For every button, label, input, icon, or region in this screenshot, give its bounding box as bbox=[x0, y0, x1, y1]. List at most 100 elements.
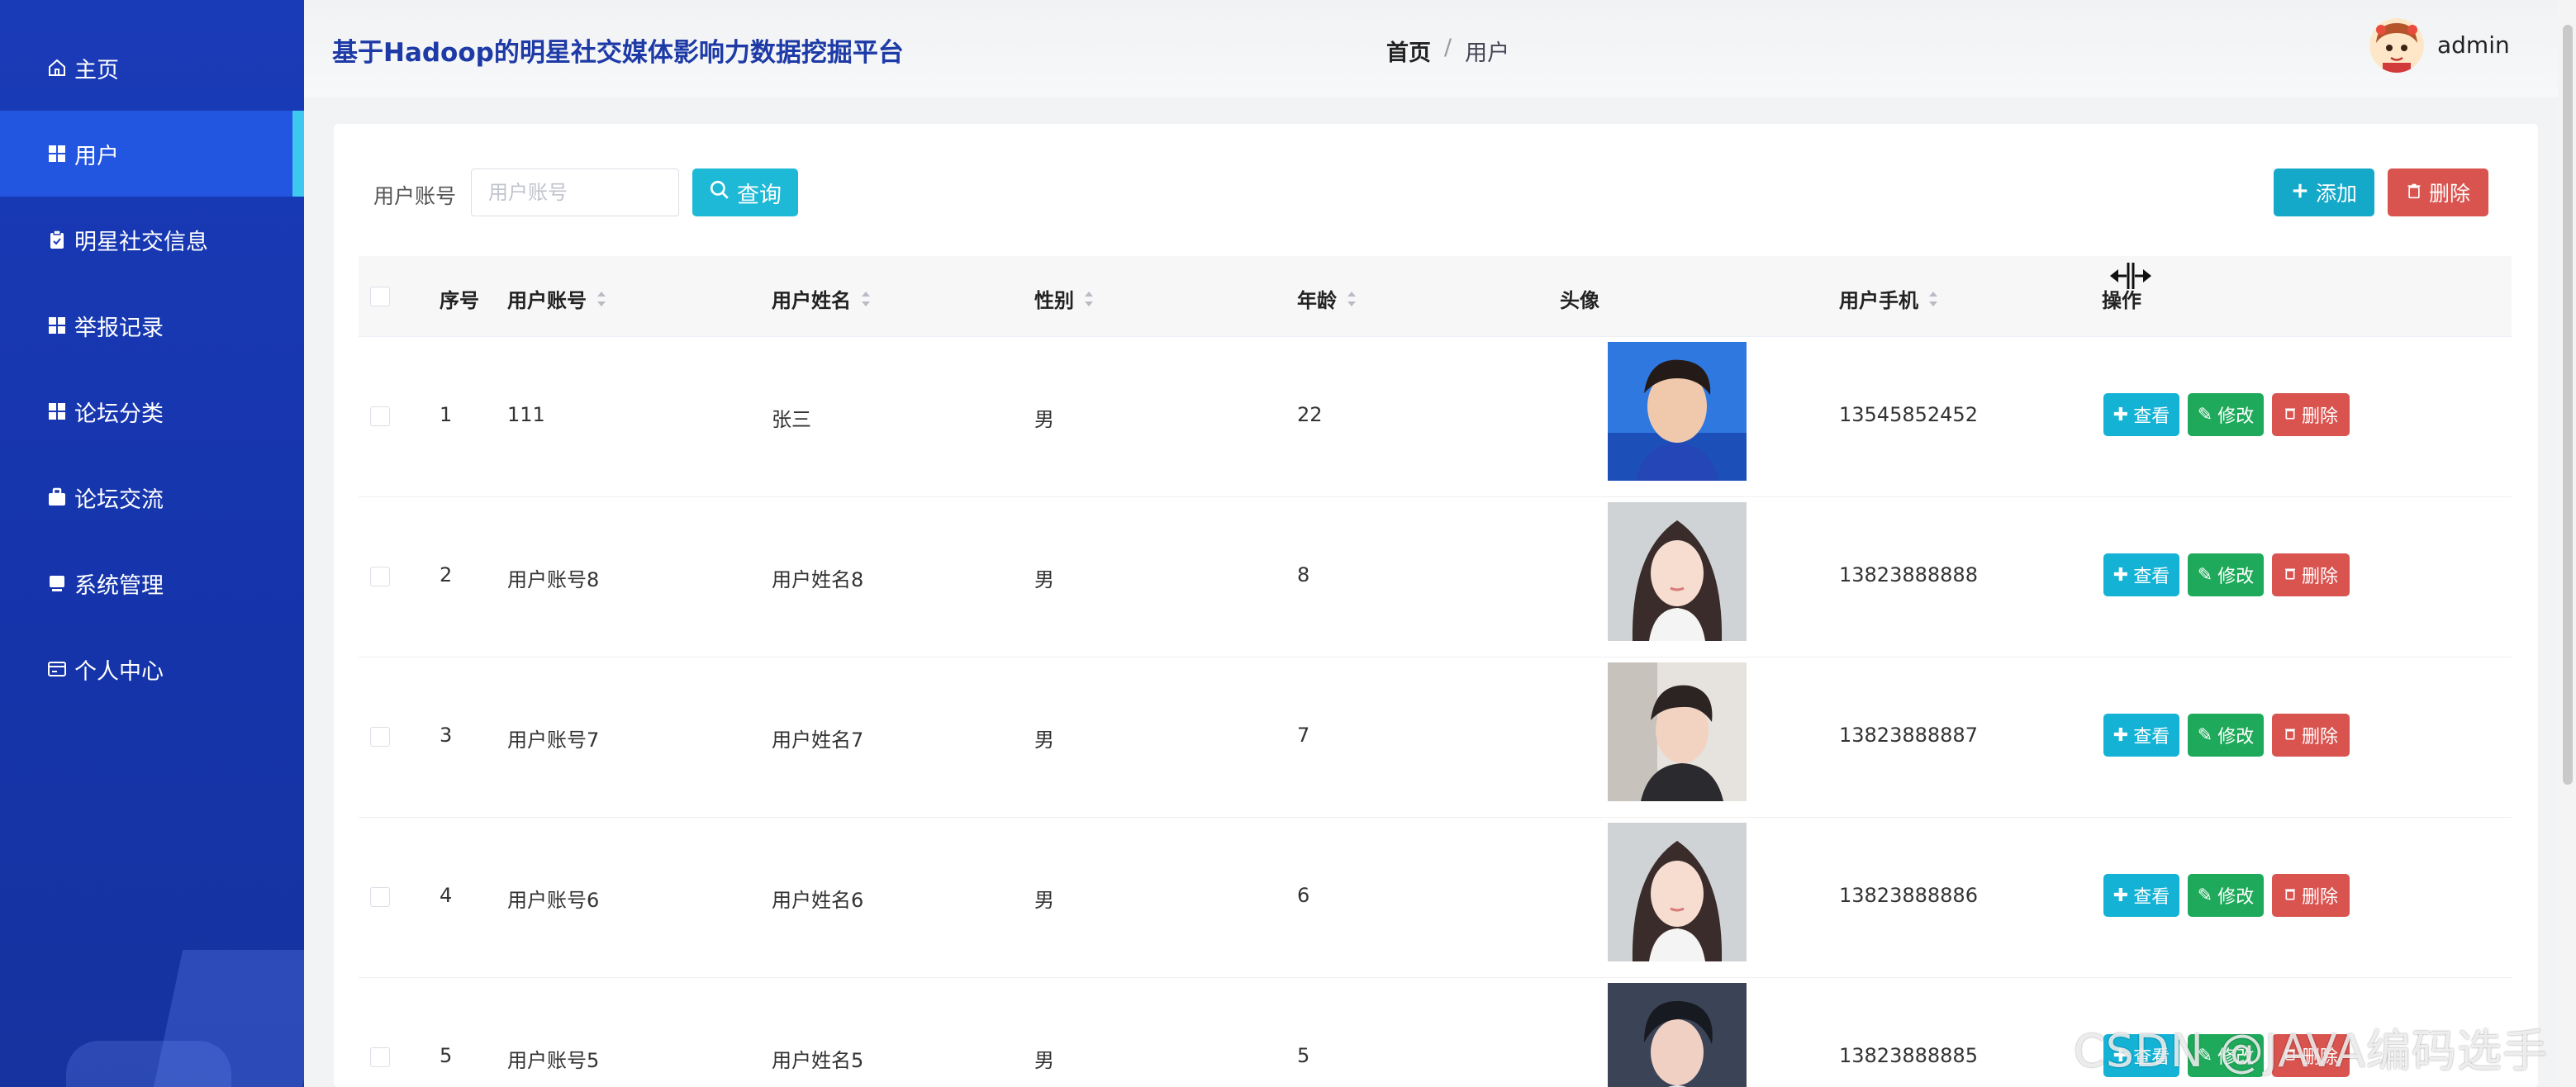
cell-phone: 13823888888 bbox=[1839, 563, 1978, 586]
sidebar-item-personal-center[interactable]: 个人中心 bbox=[0, 626, 304, 712]
column-header-label: 用户姓名 bbox=[772, 289, 851, 312]
delete-button-label: 删除 bbox=[2301, 406, 2338, 427]
delete-button[interactable]: 删除 bbox=[2272, 553, 2350, 596]
cell-name: 用户姓名8 bbox=[772, 568, 864, 591]
cell-index: 1 bbox=[440, 403, 453, 426]
sort-icon[interactable] bbox=[861, 291, 871, 306]
sort-icon[interactable] bbox=[596, 291, 606, 306]
page-scrollbar[interactable] bbox=[2558, 0, 2576, 1087]
breadcrumb-home[interactable]: 首页 bbox=[1386, 35, 1431, 67]
delete-button[interactable]: 删除 bbox=[2272, 874, 2350, 917]
column-header-account[interactable]: 用户账号 bbox=[507, 284, 606, 313]
sort-icon[interactable] bbox=[1347, 291, 1357, 306]
edit-button-label: 修改 bbox=[2217, 727, 2255, 748]
cell-account: 用户账号6 bbox=[507, 889, 600, 912]
search-input[interactable] bbox=[471, 169, 679, 216]
delete-button[interactable]: 删除 bbox=[2272, 393, 2350, 436]
sidebar-decoration bbox=[66, 1041, 231, 1087]
user-avatar-image bbox=[1608, 342, 1747, 481]
table-header: 序号 用户账号 用户姓名 性别 年龄 头像 用户手机 操作 bbox=[359, 256, 2512, 337]
sidebar-item-report-records[interactable]: 举报记录 bbox=[0, 282, 304, 368]
edit-icon: ✎ bbox=[2197, 885, 2213, 906]
sidebar-item-label: 论坛交流 bbox=[74, 487, 164, 513]
sidebar-item-label: 主页 bbox=[74, 57, 119, 83]
view-button-label: 查看 bbox=[2133, 567, 2170, 587]
column-header-phone[interactable]: 用户手机 bbox=[1839, 284, 1938, 313]
edit-button[interactable]: ✎ 修改 bbox=[2188, 714, 2264, 757]
cell-phone: 13823888886 bbox=[1839, 884, 1978, 907]
view-button[interactable]: ✚ 查看 bbox=[2103, 553, 2179, 596]
resize-cursor-icon bbox=[2108, 261, 2153, 291]
column-header-avatar: 头像 bbox=[1560, 284, 1599, 313]
avatar[interactable] bbox=[2369, 18, 2424, 73]
top-header: 基于Hadoop的明星社交媒体影响力数据挖掘平台 首页 / 用户 admin bbox=[304, 0, 2558, 97]
batch-delete-button[interactable]: 删除 bbox=[2388, 169, 2488, 216]
content-card: 用户账号 查询 添加 删除 序号 用户账号 用户姓名 性别 年龄 头像 用户手机… bbox=[334, 124, 2538, 1087]
cell-index: 5 bbox=[440, 1044, 453, 1067]
cell-age: 5 bbox=[1297, 1044, 1310, 1067]
view-button[interactable]: ✚ 查看 bbox=[2103, 393, 2179, 436]
row-checkbox[interactable] bbox=[370, 1047, 390, 1067]
table-row: 2 用户账号8 用户姓名8 男 8 13823888888 ✚ 查看 ✎ 修改 删除 bbox=[359, 497, 2512, 657]
sort-icon[interactable] bbox=[1084, 291, 1094, 306]
sidebar-item-forum[interactable]: 论坛交流 bbox=[0, 454, 304, 540]
cell-name: 用户姓名5 bbox=[772, 1049, 864, 1072]
query-button[interactable]: 查询 bbox=[692, 169, 798, 216]
sidebar-item-star-social-info[interactable]: 明星社交信息 bbox=[0, 197, 304, 282]
user-avatar-image bbox=[1608, 983, 1747, 1087]
sidebar-item-label: 举报记录 bbox=[74, 315, 164, 341]
trash-icon bbox=[2284, 405, 2297, 425]
edit-button-label: 修改 bbox=[2217, 406, 2255, 427]
sidebar-item-home[interactable]: 主页 bbox=[0, 25, 304, 111]
column-header-label: 用户手机 bbox=[1839, 289, 1918, 312]
plus-icon: ✚ bbox=[2113, 404, 2129, 425]
select-all-checkbox[interactable] bbox=[370, 287, 390, 306]
view-button-label: 查看 bbox=[2133, 406, 2170, 427]
row-checkbox[interactable] bbox=[370, 727, 390, 747]
row-checkbox[interactable] bbox=[370, 887, 390, 907]
delete-button[interactable]: 删除 bbox=[2272, 714, 2350, 757]
plus-icon: ✚ bbox=[2113, 724, 2129, 746]
plus-icon: ✚ bbox=[2113, 564, 2129, 586]
column-header-label: 性别 bbox=[1034, 289, 1074, 312]
cell-phone: 13545852452 bbox=[1839, 403, 1978, 426]
column-header-label: 用户账号 bbox=[507, 289, 587, 312]
cell-age: 6 bbox=[1297, 884, 1310, 907]
column-header-index: 序号 bbox=[440, 284, 479, 313]
row-checkbox[interactable] bbox=[370, 406, 390, 426]
username[interactable]: admin bbox=[2437, 31, 2510, 59]
sidebar-item-users[interactable]: 用户 bbox=[0, 111, 304, 197]
briefcase-icon bbox=[46, 487, 68, 508]
edit-button[interactable]: ✎ 修改 bbox=[2188, 874, 2264, 917]
plus-icon: ✚ bbox=[2113, 885, 2129, 906]
cell-account: 用户账号8 bbox=[507, 568, 600, 591]
sidebar: 主页 用户 明星社交信息 举报记录 论坛分类 论坛交流 系统管理 个人中心 bbox=[0, 0, 304, 1087]
search-label: 用户账号 bbox=[373, 184, 457, 208]
view-button[interactable]: ✚ 查看 bbox=[2103, 874, 2179, 917]
cell-index: 4 bbox=[440, 884, 453, 907]
sidebar-menu: 主页 用户 明星社交信息 举报记录 论坛分类 论坛交流 系统管理 个人中心 bbox=[0, 25, 304, 712]
row-checkbox[interactable] bbox=[370, 567, 390, 586]
add-button[interactable]: 添加 bbox=[2274, 169, 2374, 216]
sidebar-item-label: 个人中心 bbox=[74, 658, 164, 685]
cell-name: 用户姓名7 bbox=[772, 729, 864, 752]
cell-phone: 13823888887 bbox=[1839, 724, 1978, 747]
clipboard-icon bbox=[46, 229, 68, 250]
edit-icon: ✎ bbox=[2197, 564, 2213, 586]
sort-icon[interactable] bbox=[1928, 291, 1938, 306]
edit-button[interactable]: ✎ 修改 bbox=[2188, 553, 2264, 596]
column-header-age[interactable]: 年龄 bbox=[1297, 284, 1357, 313]
cell-age: 8 bbox=[1297, 563, 1310, 586]
column-header-gender[interactable]: 性别 bbox=[1034, 284, 1094, 313]
view-button[interactable]: ✚ 查看 bbox=[2103, 714, 2179, 757]
sidebar-item-forum-category[interactable]: 论坛分类 bbox=[0, 368, 304, 454]
column-header-name[interactable]: 用户姓名 bbox=[772, 284, 871, 313]
cell-account: 111 bbox=[507, 403, 545, 426]
scrollbar-thumb[interactable] bbox=[2563, 25, 2573, 785]
sidebar-item-system-management[interactable]: 系统管理 bbox=[0, 540, 304, 626]
cell-phone: 13823888885 bbox=[1839, 1044, 1978, 1067]
breadcrumb: 首页 / 用户 bbox=[1386, 35, 1509, 67]
edit-button[interactable]: ✎ 修改 bbox=[2188, 393, 2264, 436]
cell-account: 用户账号7 bbox=[507, 729, 600, 752]
column-header-label: 序号 bbox=[440, 289, 479, 312]
